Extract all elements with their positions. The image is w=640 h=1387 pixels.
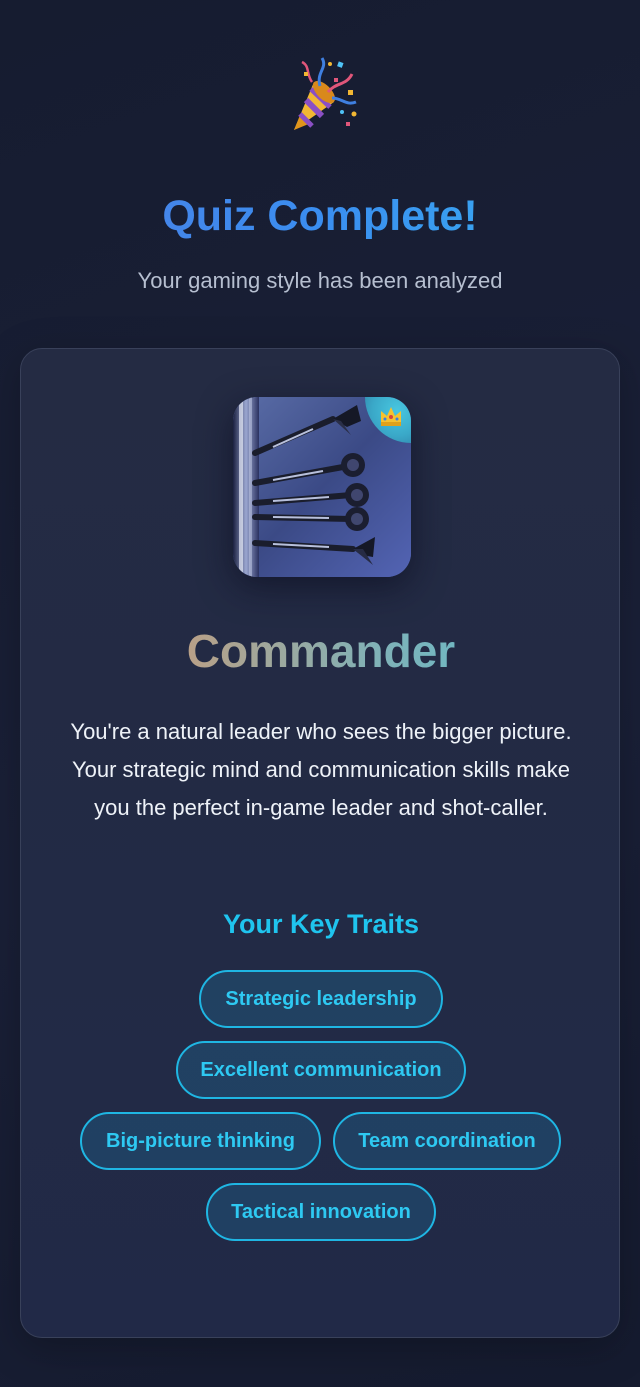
- result-card: Commander You're a natural leader who se…: [20, 348, 620, 1338]
- trait-badge: Strategic leadership: [199, 970, 443, 1028]
- trait-badge: Big-picture thinking: [80, 1112, 321, 1170]
- trait-badge: Tactical innovation: [206, 1183, 436, 1241]
- page-subtitle: Your gaming style has been analyzed: [137, 268, 503, 293]
- result-description: You're a natural leader who sees the big…: [70, 719, 572, 820]
- party-popper-icon: [276, 52, 364, 140]
- result-role-title: Commander: [21, 623, 621, 679]
- quiz-result-page: Quiz Complete! Your gaming style has bee…: [0, 0, 640, 1387]
- page-title: Quiz Complete!: [0, 190, 640, 242]
- traits-heading: Your Key Traits: [222, 909, 420, 939]
- trait-badge: Team coordination: [333, 1112, 561, 1170]
- trait-badge: Excellent communication: [176, 1041, 466, 1099]
